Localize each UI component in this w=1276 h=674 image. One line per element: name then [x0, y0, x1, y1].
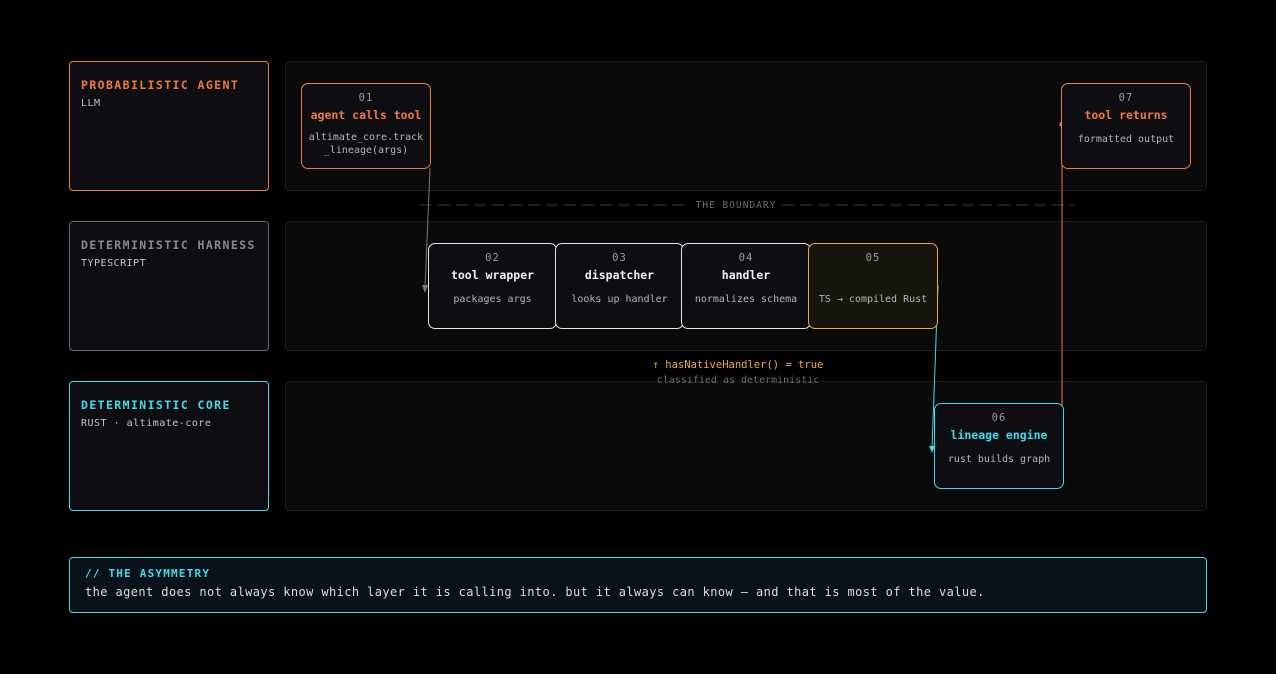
step-06-node: 06 lineage engine rust builds graph: [934, 403, 1064, 489]
step-description: looks up handler: [571, 294, 668, 305]
deterministic-note: classified as deterministic: [656, 375, 820, 386]
step-number: 05: [865, 252, 881, 264]
step-title: tool returns: [1084, 108, 1168, 122]
step-title: handler: [721, 268, 771, 282]
step-title: agent calls tool: [310, 108, 422, 122]
asymmetry-callout: // THE ASYMMETRY the agent does not alwa…: [69, 557, 1207, 613]
step-number: 01: [358, 92, 374, 104]
step-number: 02: [485, 252, 500, 264]
step-description: rust builds graph: [947, 454, 1051, 465]
step-number: 04: [738, 252, 754, 264]
step-03-node: 03 dispatcher looks up handler: [555, 243, 684, 329]
step-05-node: 05 TS → compiled Rust: [808, 243, 938, 329]
step-title: dispatcher: [584, 268, 655, 282]
boundary-label: THE BOUNDARY: [695, 200, 777, 211]
step-title: tool wrapper: [450, 268, 535, 282]
step-description: altimate_core.track _lineage(args): [308, 132, 424, 156]
step-description: packages args: [453, 294, 532, 305]
step-title: [809, 268, 937, 282]
asymmetry-title: // THE ASYMMETRY: [85, 567, 211, 580]
step-07-node: 07 tool returns formatted output: [1061, 83, 1191, 169]
step-title: lineage engine: [950, 428, 1048, 442]
step-01-node: 01 agent calls tool altimate_core.track …: [301, 83, 431, 169]
step-description: TS → compiled Rust: [818, 294, 928, 305]
step-description: normalizes schema: [694, 294, 798, 305]
step-04-node: 04 handler normalizes schema: [681, 243, 811, 329]
step-description: formatted output: [1077, 134, 1175, 145]
asymmetry-body: the agent does not always know which lay…: [85, 585, 985, 599]
step-number: 03: [612, 252, 627, 264]
native-handler-note: ↑ hasNativeHandler() = true: [652, 359, 824, 371]
step-02-node: 02 tool wrapper packages args: [428, 243, 557, 329]
step-number: 06: [991, 412, 1007, 424]
step-number: 07: [1118, 92, 1134, 104]
